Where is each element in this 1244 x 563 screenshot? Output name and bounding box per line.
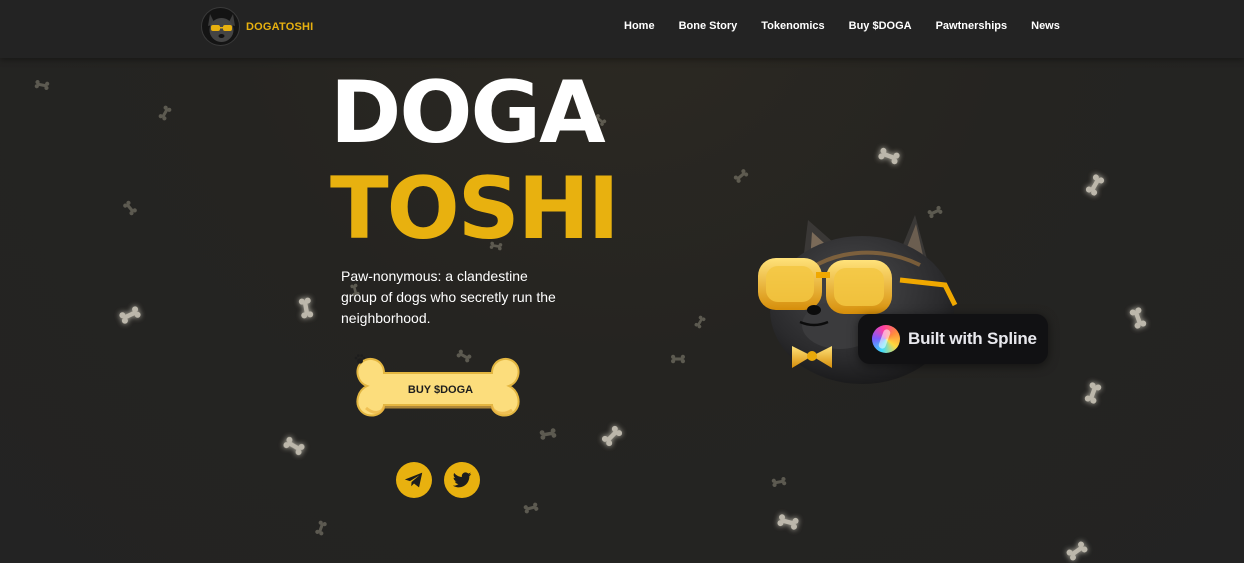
brand-name: DOGATOSHI bbox=[246, 20, 314, 33]
nav-buy-doga[interactable]: Buy $DOGA bbox=[849, 20, 912, 32]
twitter-icon bbox=[452, 472, 472, 488]
built-with-spline-badge[interactable]: Built with Spline bbox=[858, 314, 1048, 364]
logo-link[interactable]: DOGATOSHI bbox=[201, 7, 313, 46]
hero-title-line1: DOGA bbox=[330, 63, 606, 163]
main-nav: Home Bone Story Tokenomics Buy $DOGA Paw… bbox=[624, 20, 1060, 32]
spline-logo-icon bbox=[872, 325, 900, 353]
telegram-icon bbox=[404, 472, 423, 488]
dog-logo-icon bbox=[208, 14, 235, 42]
telegram-link[interactable] bbox=[396, 462, 432, 498]
spline-badge-label: Built with Spline bbox=[908, 329, 1037, 348]
nav-home[interactable]: Home bbox=[624, 20, 655, 32]
nav-news[interactable]: News bbox=[1031, 20, 1060, 32]
nav-bone-story[interactable]: Bone Story bbox=[679, 20, 738, 32]
floating-bones-background bbox=[34, 79, 1148, 562]
hero-title-line2: TOSHI bbox=[330, 159, 620, 259]
hero-title: DOGA TOSHI bbox=[330, 63, 620, 259]
nav-tokenomics[interactable]: Tokenomics bbox=[761, 20, 824, 32]
hero-tagline: Paw-nonymous: a clandestine group of dog… bbox=[341, 268, 556, 326]
logo-avatar bbox=[201, 7, 240, 46]
twitter-link[interactable] bbox=[444, 462, 480, 498]
nav-pawtnerships[interactable]: Pawtnerships bbox=[936, 20, 1008, 32]
top-navbar: DOGATOSHI Home Bone Story Tokenomics Buy… bbox=[0, 0, 1244, 58]
buy-doga-button[interactable]: BUY $DOGA bbox=[354, 353, 522, 427]
buy-button-label: BUY $DOGA bbox=[407, 384, 474, 396]
